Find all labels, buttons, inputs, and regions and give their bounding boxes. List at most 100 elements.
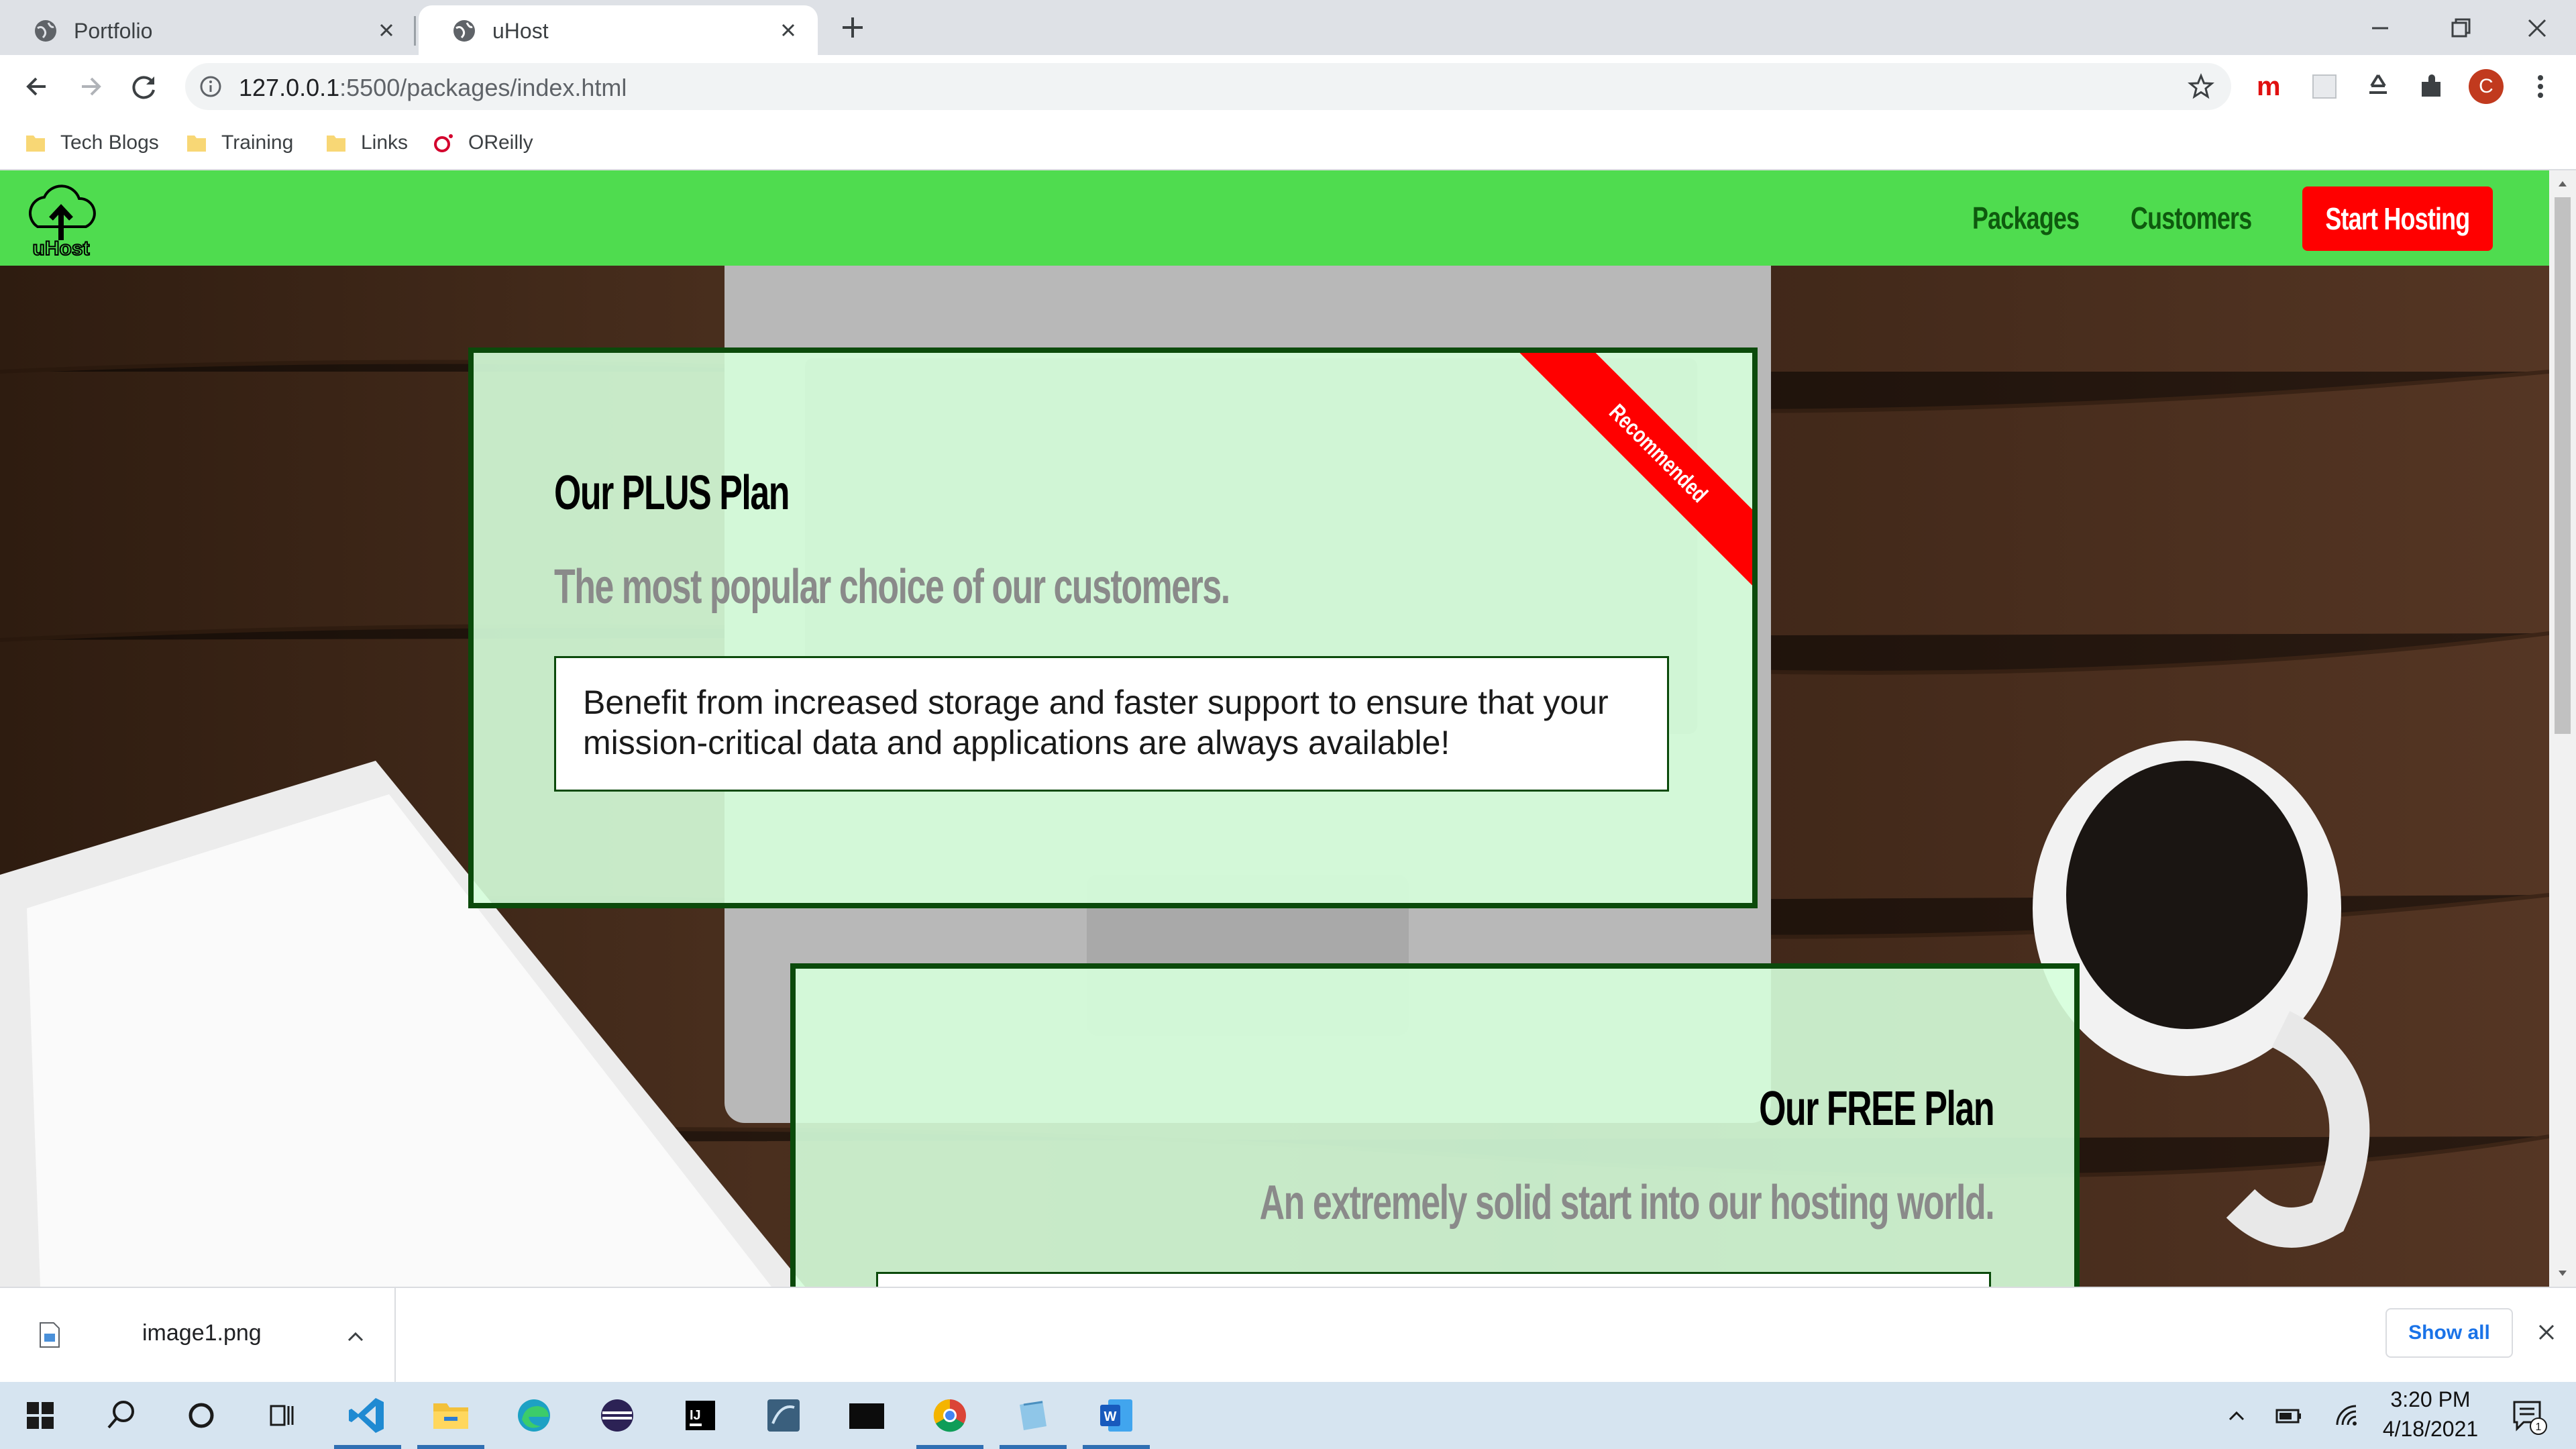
- address-bar[interactable]: 127.0.0.1:5500/packages/index.html: [185, 63, 2231, 110]
- eclipse-icon: [601, 1399, 633, 1432]
- battery-icon[interactable]: [2274, 1402, 2304, 1429]
- extension-m-icon[interactable]: m: [2254, 70, 2288, 103]
- cortana-button[interactable]: [176, 1390, 227, 1441]
- minimize-icon[interactable]: [2361, 9, 2399, 47]
- notification-icon[interactable]: 1: [2509, 1397, 2549, 1437]
- windows-logo-icon: [27, 1402, 54, 1429]
- cortana-icon: [189, 1403, 214, 1428]
- windows-taskbar: IJ W 3:20 PM 4/18/2021 1: [0, 1382, 2576, 1449]
- scroll-thumb[interactable]: [2555, 197, 2571, 734]
- reload-icon[interactable]: [126, 68, 162, 105]
- extension-blank-icon[interactable]: [2308, 70, 2341, 103]
- mysql-workbench-icon: [767, 1399, 800, 1432]
- running-indicator: [334, 1445, 401, 1449]
- bookmark-star-icon[interactable]: [2187, 72, 2215, 101]
- start-hosting-button[interactable]: Start Hosting: [2302, 186, 2493, 251]
- download-filename[interactable]: image1.png: [142, 1320, 262, 1346]
- tab-portfolio[interactable]: Portfolio: [0, 5, 416, 55]
- notepad-icon: [1020, 1401, 1046, 1430]
- bookmark-tech-blogs[interactable]: Tech Blogs: [24, 126, 159, 160]
- search-icon: [107, 1401, 134, 1429]
- vscode-icon: [349, 1398, 384, 1433]
- taskbar-app-mysql-workbench[interactable]: [758, 1390, 809, 1441]
- search-button[interactable]: [95, 1390, 146, 1441]
- taskbar-app-chrome[interactable]: [924, 1390, 975, 1441]
- start-button[interactable]: [15, 1390, 66, 1441]
- globe-icon: [35, 20, 56, 42]
- cta-label: Start Hosting: [2325, 201, 2470, 236]
- info-icon[interactable]: [199, 74, 223, 99]
- back-icon[interactable]: [19, 68, 55, 105]
- plan-description: [876, 1272, 1991, 1287]
- extension-recycle-icon[interactable]: [2361, 70, 2395, 103]
- show-all-button[interactable]: Show all: [2385, 1308, 2513, 1358]
- nav-customers-link[interactable]: Customers: [2131, 200, 2252, 236]
- taskbar-app-edge[interactable]: [508, 1390, 559, 1441]
- notification-count: 1: [2536, 1421, 2542, 1433]
- chrome-icon: [933, 1399, 966, 1432]
- url-host: 127.0.0.1: [239, 74, 340, 101]
- plan-subtitle: An extremely solid start into our hostin…: [1259, 1176, 1994, 1230]
- scroll-down-icon[interactable]: [2556, 1267, 2569, 1280]
- file-explorer-icon: [433, 1403, 468, 1429]
- page-scrollbar[interactable]: [2549, 170, 2576, 1287]
- svg-text:W: W: [1104, 1409, 1117, 1424]
- folder-icon: [187, 136, 206, 152]
- bookmark-label: Tech Blogs: [60, 131, 159, 154]
- edge-icon: [518, 1399, 550, 1432]
- profile-avatar[interactable]: C: [2469, 69, 2504, 104]
- tab-uhost[interactable]: uHost: [419, 5, 818, 55]
- taskbar-app-file-explorer[interactable]: [425, 1390, 476, 1441]
- wifi-icon[interactable]: [2333, 1402, 2360, 1429]
- recommended-badge: Recommended: [1515, 353, 1752, 596]
- bookmark-links[interactable]: Links: [325, 126, 408, 160]
- image-file-icon: [40, 1322, 60, 1348]
- taskbar-app-eclipse[interactable]: [592, 1390, 643, 1441]
- running-indicator: [417, 1445, 484, 1449]
- url-path: :5500/packages/index.html: [339, 74, 627, 101]
- menu-kebab-icon[interactable]: [2524, 70, 2557, 103]
- svg-text:IJ: IJ: [690, 1408, 701, 1423]
- nav-packages-link[interactable]: Packages: [1972, 200, 2080, 236]
- word-icon: W: [1100, 1399, 1132, 1432]
- extensions-puzzle-icon[interactable]: [2415, 70, 2449, 103]
- folder-icon: [26, 136, 45, 152]
- close-window-icon[interactable]: [2518, 9, 2556, 47]
- clock-date[interactable]: 4/18/2021: [2375, 1417, 2486, 1442]
- site-header: uHost Packages Customers Start Hosting: [0, 170, 2549, 266]
- oreilly-icon: [434, 134, 453, 152]
- tab-separator: [414, 16, 416, 46]
- clock-time[interactable]: 3:20 PM: [2388, 1387, 2473, 1412]
- plan-description: Benefit from increased storage and faste…: [554, 656, 1669, 792]
- taskbar-app-vscode[interactable]: [342, 1390, 393, 1441]
- close-icon[interactable]: [374, 18, 398, 42]
- intellij-icon: IJ: [686, 1401, 715, 1430]
- chevron-up-icon[interactable]: [2224, 1403, 2249, 1428]
- close-icon[interactable]: [776, 18, 800, 42]
- bookmark-label: Training: [221, 131, 294, 154]
- terminal-icon: [849, 1403, 884, 1429]
- uhost-logo[interactable]: uHost: [24, 178, 98, 259]
- task-view-button[interactable]: [256, 1390, 307, 1441]
- forward-icon[interactable]: [72, 68, 109, 105]
- plan-title: Our FREE Plan: [1759, 1082, 1994, 1136]
- chevron-up-icon[interactable]: [343, 1324, 368, 1348]
- bookmark-training[interactable]: Training: [185, 126, 293, 160]
- badge-label: Recommended: [1604, 399, 1713, 508]
- plan-card-free: Our FREE Plan An extremely solid start i…: [790, 963, 2080, 1287]
- taskbar-app-word[interactable]: W: [1091, 1390, 1142, 1441]
- new-tab-icon[interactable]: [837, 12, 868, 43]
- globe-icon: [453, 20, 475, 42]
- taskbar-app-intellij[interactable]: IJ: [675, 1390, 726, 1441]
- taskbar-app-notepad[interactable]: [1008, 1390, 1059, 1441]
- plan-card-plus: Recommended Our PLUS Plan The most popul…: [468, 347, 1758, 908]
- bookmark-label: Links: [361, 131, 409, 154]
- scroll-up-icon[interactable]: [2556, 177, 2569, 191]
- url-text: 127.0.0.1:5500/packages/index.html: [239, 74, 627, 102]
- svg-text:m: m: [2257, 72, 2281, 101]
- tab-strip: Portfolio uHost: [0, 0, 2576, 55]
- bookmark-oreilly[interactable]: OReilly: [432, 126, 533, 160]
- restore-icon[interactable]: [2442, 9, 2479, 47]
- close-icon[interactable]: [2533, 1319, 2560, 1346]
- taskbar-app-terminal[interactable]: [841, 1390, 892, 1441]
